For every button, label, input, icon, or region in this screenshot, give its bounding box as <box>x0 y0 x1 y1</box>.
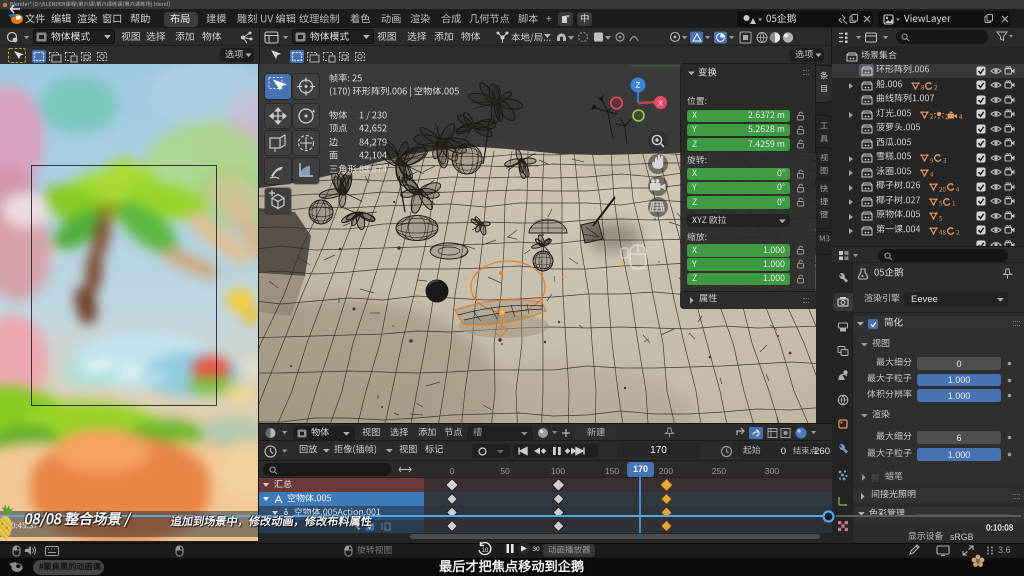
svg-text:30: 30 <box>532 546 540 553</box>
svg-text:10: 10 <box>482 548 489 554</box>
svg-text:Z: Z <box>636 81 641 90</box>
svg-text:X: X <box>658 99 663 108</box>
